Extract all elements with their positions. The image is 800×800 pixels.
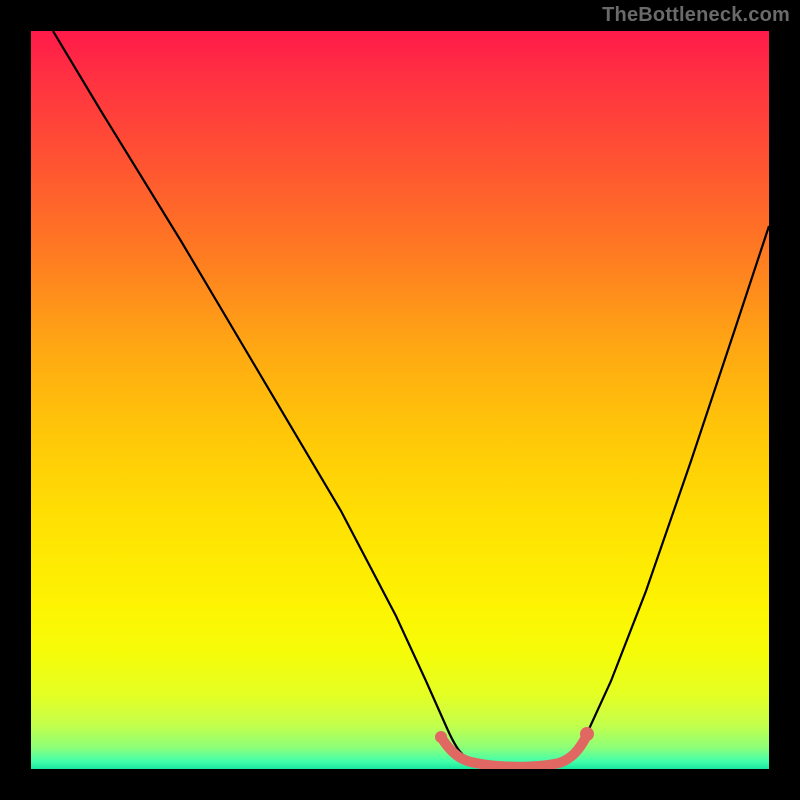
- plot-area: [31, 31, 769, 769]
- curve-highlight: [441, 735, 587, 767]
- watermark-text: TheBottleneck.com: [602, 4, 790, 27]
- bottleneck-curve: [31, 31, 769, 769]
- chart-frame: TheBottleneck.com: [0, 0, 800, 800]
- highlight-dot-right: [580, 727, 594, 741]
- curve-path: [53, 31, 769, 767]
- highlight-dot-left: [435, 731, 447, 743]
